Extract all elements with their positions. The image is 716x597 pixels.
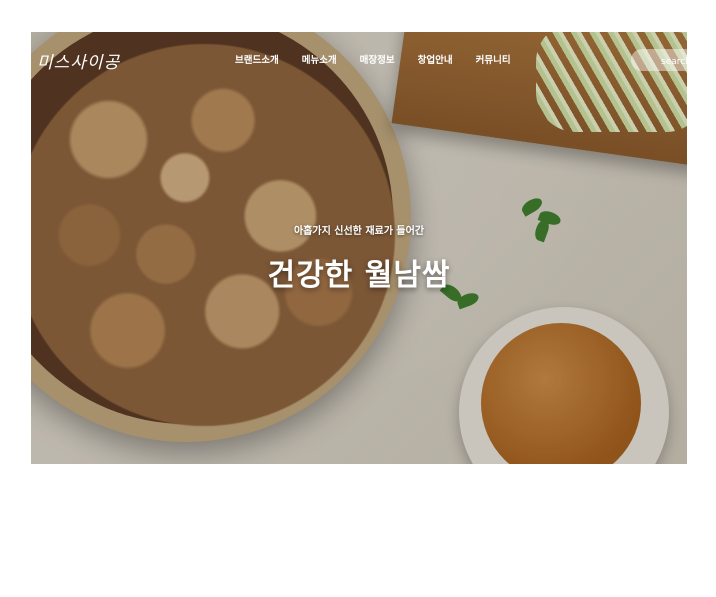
top-navigation: 미스사이공 브랜드소개 메뉴소개 매장정보 창업안내 커뮤니티 — [31, 32, 687, 84]
menu-item-brand[interactable]: 브랜드소개 — [235, 52, 279, 66]
hero-title: 건강한 월남쌈 — [267, 258, 451, 293]
menu-item-stores[interactable]: 매장정보 — [360, 52, 395, 66]
hero-banner: 미스사이공 브랜드소개 메뉴소개 매장정보 창업안내 커뮤니티 아홉가지 신선한… — [31, 32, 687, 464]
menu-item-menu[interactable]: 메뉴소개 — [302, 52, 337, 66]
main-menu: 브랜드소개 메뉴소개 매장정보 창업안내 커뮤니티 — [235, 52, 511, 66]
menu-item-community[interactable]: 커뮤니티 — [476, 52, 511, 66]
search-input[interactable] — [659, 56, 687, 68]
menu-item-franchise[interactable]: 창업안내 — [418, 52, 453, 66]
brand-logo[interactable]: 미스사이공 — [37, 48, 120, 73]
search-box — [631, 49, 687, 71]
hero-subtitle: 아홉가지 신선한 재료가 들어간 — [293, 226, 425, 237]
